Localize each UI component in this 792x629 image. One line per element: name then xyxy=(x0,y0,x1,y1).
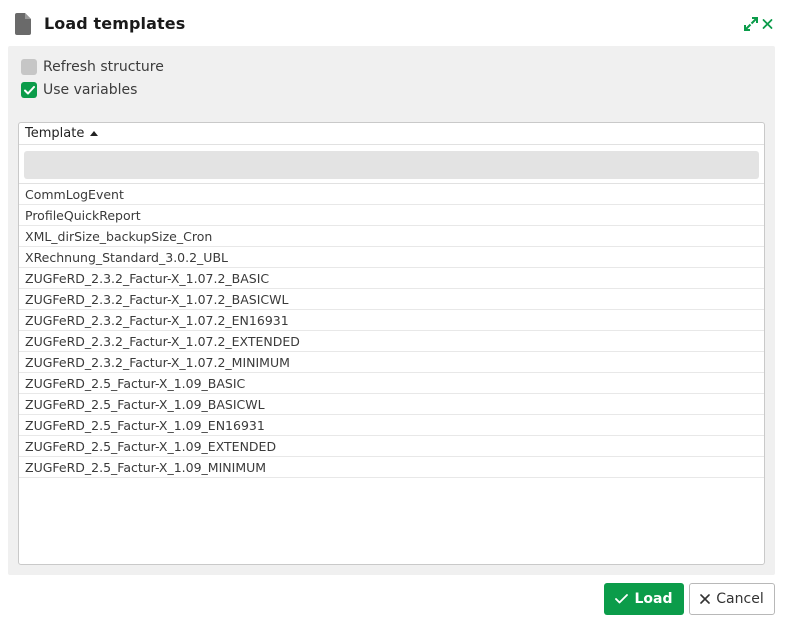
table-row[interactable]: ZUGFeRD_2.3.2_Factur-X_1.07.2_EN16931 xyxy=(19,310,764,331)
dialog-title: Load templates xyxy=(44,14,186,33)
grid-rows: CommLogEvent ProfileQuickReport XML_dirSiz… xyxy=(19,184,764,478)
table-row[interactable]: ZUGFeRD_2.5_Factur-X_1.09_EXTENDED xyxy=(19,436,764,457)
table-row[interactable]: ZUGFeRD_2.3.2_Factur-X_1.07.2_BASIC xyxy=(19,268,764,289)
dialog-header: Load templates xyxy=(0,0,792,46)
template-grid: Template CommLogEvent ProfileQuickReport X… xyxy=(18,122,765,565)
table-row[interactable]: ZUGFeRD_2.3.2_Factur-X_1.07.2_BASICWL xyxy=(19,289,764,310)
sort-ascending-icon xyxy=(90,131,99,136)
template-filter-input[interactable] xyxy=(24,151,759,179)
table-row[interactable]: XML_dirSize_backupSize_Cron xyxy=(19,226,764,247)
close-icon[interactable] xyxy=(762,17,773,31)
table-row[interactable]: XRechnung_Standard_3.0.2_UBL xyxy=(19,247,764,268)
use-variables-label: Use variables xyxy=(43,82,138,98)
cancel-button-label: Cancel xyxy=(716,591,764,607)
table-row[interactable]: ZUGFeRD_2.5_Factur-X_1.09_BASICWL xyxy=(19,394,764,415)
table-row[interactable]: ZUGFeRD_2.3.2_Factur-X_1.07.2_MINIMUM xyxy=(19,352,764,373)
table-row[interactable]: ZUGFeRD_2.5_Factur-X_1.09_BASIC xyxy=(19,373,764,394)
refresh-structure-label: Refresh structure xyxy=(43,59,164,75)
check-icon xyxy=(615,594,629,604)
load-button[interactable]: Load xyxy=(604,583,684,615)
use-variables-checkbox[interactable]: Use variables xyxy=(21,81,137,99)
table-row[interactable]: ZUGFeRD_2.5_Factur-X_1.09_MINIMUM xyxy=(19,457,764,478)
refresh-structure-checkbox[interactable]: Refresh structure xyxy=(21,58,164,76)
expand-icon[interactable] xyxy=(744,17,758,31)
column-header-template[interactable]: Template xyxy=(19,123,764,145)
table-row[interactable]: CommLogEvent xyxy=(19,184,764,205)
document-icon xyxy=(15,13,31,35)
checkbox-checked-icon[interactable] xyxy=(21,82,37,98)
table-row[interactable]: ZUGFeRD_2.3.2_Factur-X_1.07.2_EXTENDED xyxy=(19,331,764,352)
filter-row xyxy=(19,146,764,184)
load-button-label: Load xyxy=(634,591,673,607)
dialog-body: Refresh structure Use variables Template… xyxy=(8,46,775,575)
checkbox-unchecked-icon[interactable] xyxy=(21,59,37,75)
cancel-x-icon xyxy=(700,594,711,604)
cancel-button[interactable]: Cancel xyxy=(689,583,775,615)
checkmark-icon xyxy=(23,85,35,94)
table-row[interactable]: ZUGFeRD_2.5_Factur-X_1.09_EN16931 xyxy=(19,415,764,436)
table-row[interactable]: ProfileQuickReport xyxy=(19,205,764,226)
column-header-label: Template xyxy=(25,126,85,141)
